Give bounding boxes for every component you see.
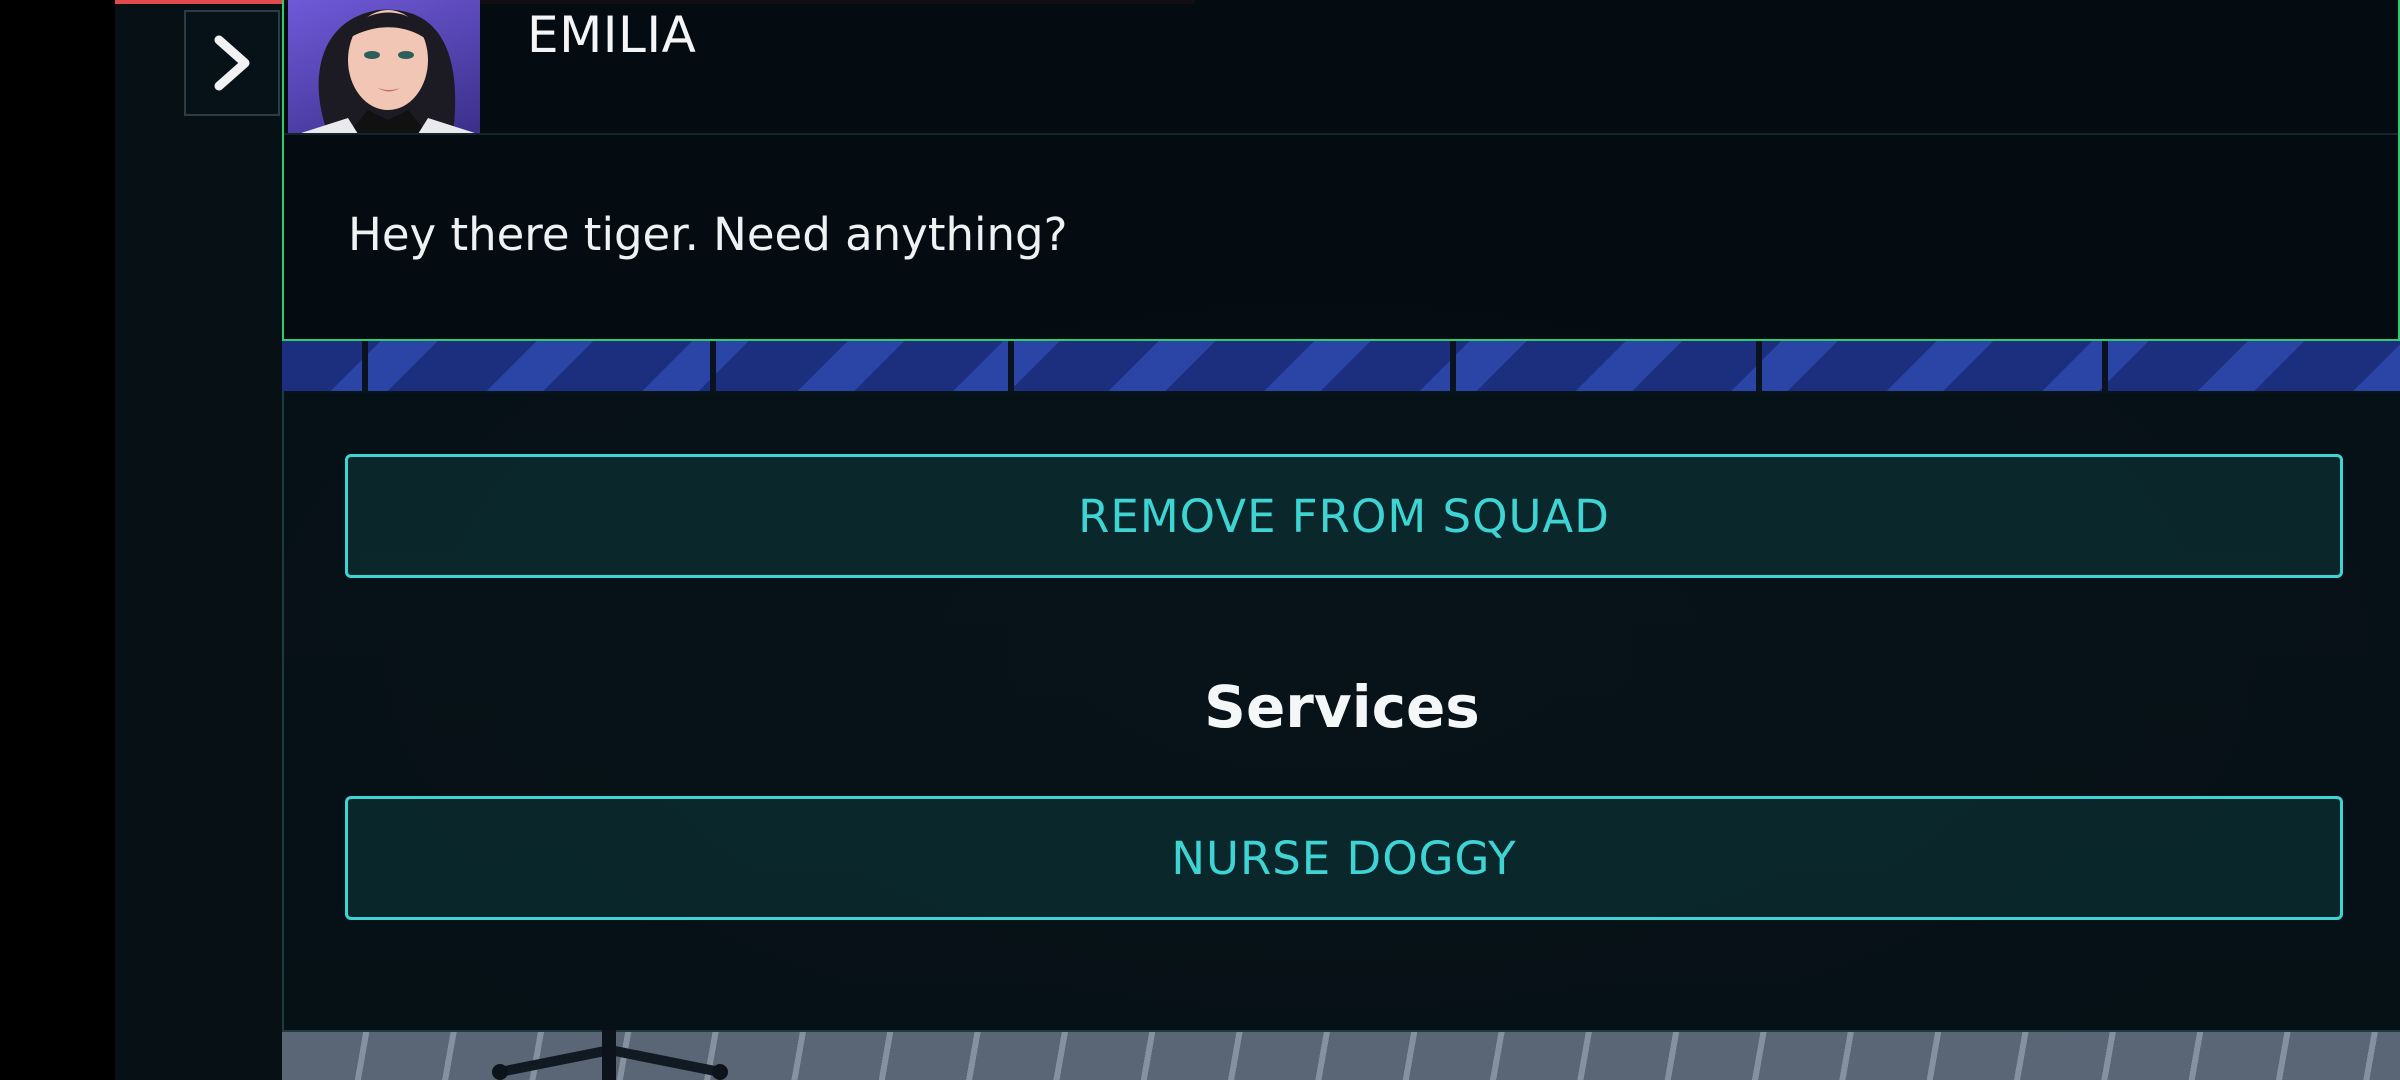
left-letterbox: [0, 0, 115, 1080]
chevron-right-icon: [214, 35, 250, 91]
speaker-name: EMILIA: [527, 6, 697, 64]
dialogue-panel: EMILIA Hey there tiger. Need anything?: [282, 0, 2400, 341]
nurse-doggy-button[interactable]: NURSE DOGGY: [345, 796, 2343, 920]
services-heading: Services: [1204, 673, 1480, 741]
chair-silhouette: [492, 1030, 728, 1080]
side-rail: [115, 0, 282, 1080]
options-panel: REMOVE FROM SQUAD Services NURSE DOGGY: [282, 391, 2400, 1032]
character-portrait: [288, 0, 480, 134]
header-divider: [284, 133, 2398, 135]
dialogue-line: Hey there tiger. Need anything?: [348, 208, 1068, 261]
expand-button[interactable]: [184, 10, 280, 116]
decorative-window-strip: [282, 341, 2400, 393]
remove-from-squad-button[interactable]: REMOVE FROM SQUAD: [345, 454, 2343, 578]
